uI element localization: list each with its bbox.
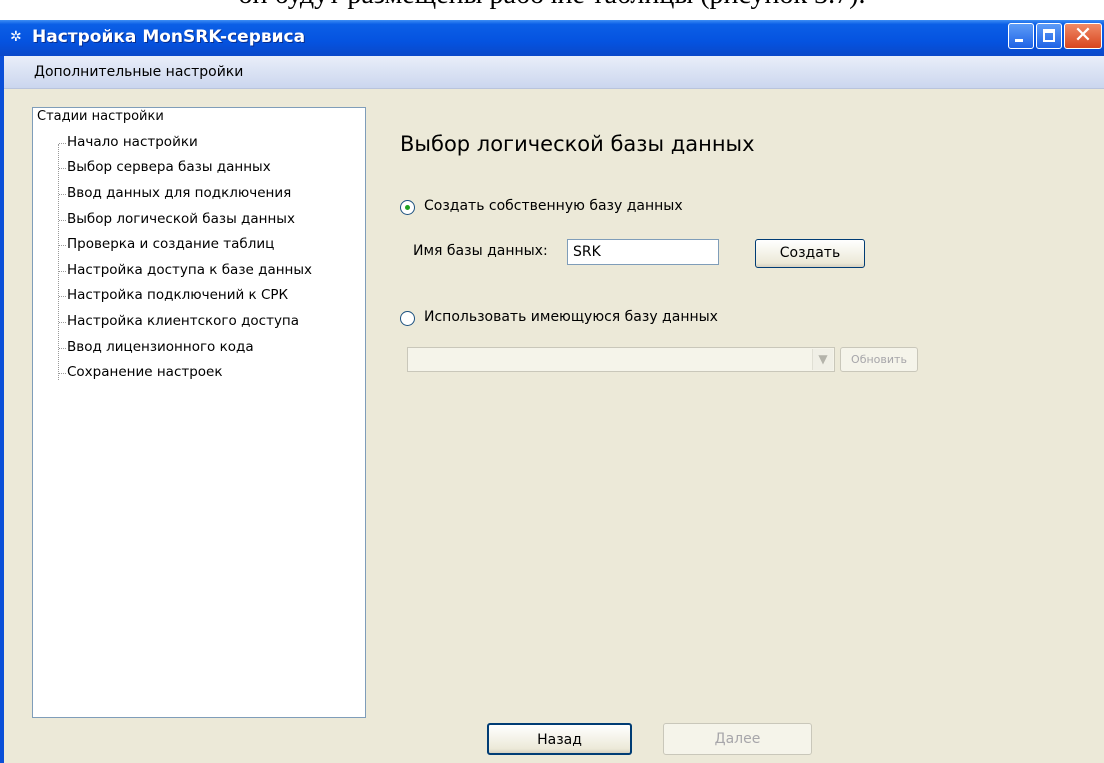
tree-item-logical-db[interactable]: Выбор логической базы данных xyxy=(67,211,295,227)
maximize-button[interactable] xyxy=(1036,23,1062,49)
tree-caption: Стадии настройки xyxy=(37,109,164,124)
tree-connector-line xyxy=(58,144,59,380)
tree-connector xyxy=(59,373,66,374)
next-button[interactable]: Далее xyxy=(663,723,812,755)
window-title: Настройка MonSRK-сервиса xyxy=(32,27,306,47)
title-bar[interactable]: ✲ Настройка MonSRK-сервиса ✕ xyxy=(0,20,1104,56)
tree-item-start[interactable]: Начало настройки xyxy=(67,134,198,150)
tree-item-srk-connections[interactable]: Настройка подключений к СРК xyxy=(67,287,288,303)
tree-connector xyxy=(59,322,66,323)
create-db-radio[interactable] xyxy=(400,200,415,215)
close-icon: ✕ xyxy=(1073,23,1093,48)
menu-bar: Дополнительные настройки xyxy=(4,56,1104,89)
setup-stages-tree: Стадии настройки Начало настройки Выбор … xyxy=(32,107,366,718)
db-name-input[interactable] xyxy=(567,239,719,265)
tree-connector xyxy=(59,348,66,349)
db-name-label: Имя базы данных: xyxy=(413,243,548,259)
tree-connector xyxy=(59,220,66,221)
tree-connector xyxy=(59,296,66,297)
tree-item-save[interactable]: Сохранение настроек xyxy=(67,364,223,380)
tree-item-client-access[interactable]: Настройка клиентского доступа xyxy=(67,313,299,329)
tree-connector xyxy=(59,143,66,144)
use-existing-db-label[interactable]: Использовать имеющуюся базу данных xyxy=(424,309,718,325)
tree-connector xyxy=(59,194,66,195)
create-button[interactable]: Создать xyxy=(755,239,865,268)
refresh-button[interactable]: Обновить xyxy=(840,347,918,372)
window-client-area: Дополнительные настройки Стадии настройк… xyxy=(4,56,1104,763)
use-existing-db-radio[interactable] xyxy=(400,311,415,326)
maximize-icon xyxy=(1043,29,1055,42)
tree-item-server[interactable]: Выбор сервера базы данных xyxy=(67,159,271,175)
existing-db-select[interactable]: ▼ xyxy=(407,347,835,372)
tree-connector xyxy=(59,271,66,272)
minimize-icon xyxy=(1015,39,1023,42)
document-text-line: он будут размещены рабочие таблицы (рису… xyxy=(0,0,1104,10)
tree-item-db-access[interactable]: Настройка доступа к базе данных xyxy=(67,262,312,278)
minimize-button[interactable] xyxy=(1008,23,1034,49)
app-icon: ✲ xyxy=(10,29,22,45)
tree-connector xyxy=(59,245,66,246)
configuration-window: ✲ Настройка MonSRK-сервиса ✕ Дополнитель… xyxy=(0,20,1104,763)
menu-item-additional-settings[interactable]: Дополнительные настройки xyxy=(34,64,243,80)
tree-connector xyxy=(59,168,66,169)
tree-item-license[interactable]: Ввод лицензионного кода xyxy=(67,339,254,355)
close-button[interactable]: ✕ xyxy=(1064,23,1102,49)
tree-item-tables[interactable]: Проверка и создание таблиц xyxy=(67,236,274,252)
back-button[interactable]: Назад xyxy=(487,723,632,755)
radio-selected-dot xyxy=(405,205,410,210)
page-title: Выбор логической базы данных xyxy=(400,132,755,156)
tree-item-connection[interactable]: Ввод данных для подключения xyxy=(67,185,291,201)
create-db-label[interactable]: Создать собственную базу данных xyxy=(424,198,683,214)
chevron-down-icon[interactable]: ▼ xyxy=(812,349,833,370)
